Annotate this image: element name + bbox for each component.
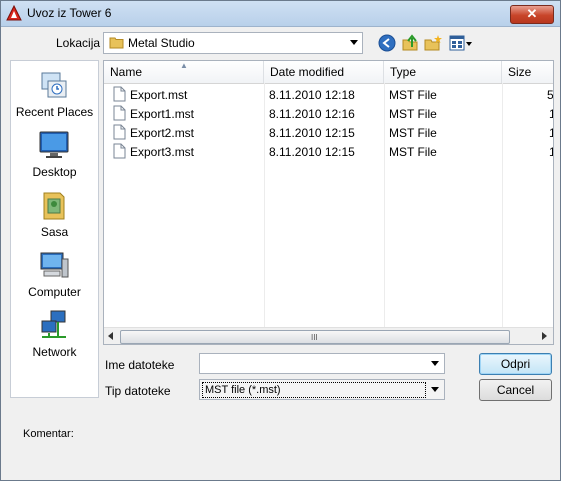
file-name: Export3.mst — [130, 145, 195, 159]
close-button[interactable]: ✕ — [510, 5, 554, 24]
column-label: Name — [110, 65, 143, 79]
file-icon — [113, 143, 126, 159]
file-row[interactable]: Export.mst 8.11.2010 12:18 MST File 5 — [104, 85, 553, 104]
place-label: Recent Places — [15, 105, 94, 119]
comment-label: Komentar: — [23, 428, 74, 440]
desktop-icon — [39, 131, 69, 158]
column-header-date[interactable]: Date modified — [264, 61, 384, 83]
folder-icon — [109, 37, 124, 49]
file-date: 8.11.2010 12:18 — [269, 88, 355, 102]
filetype-dropdown[interactable]: MST file (*.mst) — [199, 379, 445, 400]
place-network[interactable]: Network — [11, 309, 98, 365]
place-label: Computer — [28, 285, 81, 299]
column-headers: Name ▲ Date modified Type Size — [104, 61, 553, 84]
filetype-label: Tip datoteke — [105, 384, 171, 398]
file-type: MST File — [389, 88, 437, 102]
sort-ascending-icon: ▲ — [180, 61, 188, 70]
filetype-value: MST file (*.mst) — [202, 382, 426, 398]
cancel-button[interactable]: Cancel — [479, 379, 552, 401]
computer-icon — [40, 252, 69, 278]
views-menu-icon[interactable] — [449, 34, 473, 52]
file-date: 8.11.2010 12:15 — [269, 126, 355, 140]
file-icon — [113, 105, 126, 121]
scroll-left-icon[interactable] — [108, 332, 113, 340]
chevron-down-icon[interactable] — [431, 387, 439, 392]
place-label: Sasa — [40, 225, 69, 239]
file-name: Export1.mst — [130, 107, 195, 121]
location-label: Lokacija — [56, 36, 101, 50]
file-size: 1 — [549, 145, 553, 159]
file-type: MST File — [389, 145, 437, 159]
up-folder-icon[interactable] — [401, 34, 419, 52]
place-label: Network — [32, 345, 77, 359]
open-file-dialog: Uvoz iz Tower 6 ✕ Lokacija Metal Studio — [0, 0, 561, 481]
place-desktop[interactable]: Desktop — [11, 129, 98, 185]
column-label: Type — [390, 65, 417, 79]
back-icon[interactable] — [378, 34, 396, 52]
scrollbar-thumb[interactable]: III — [120, 330, 510, 344]
file-type: MST File — [389, 107, 437, 121]
file-size: 5 — [547, 88, 554, 102]
open-button[interactable]: Odpri — [479, 353, 552, 375]
chevron-down-icon[interactable] — [350, 40, 358, 45]
file-list[interactable]: Name ▲ Date modified Type Size Export.ms… — [103, 60, 554, 345]
app-icon — [6, 5, 22, 21]
column-header-size[interactable]: Size — [502, 61, 553, 83]
column-header-name[interactable]: Name ▲ — [104, 61, 264, 83]
place-sasa[interactable]: Sasa — [11, 189, 98, 245]
file-icon — [113, 124, 126, 140]
place-label: Desktop — [32, 165, 77, 179]
file-date: 8.11.2010 12:15 — [269, 145, 355, 159]
user-folder-icon — [43, 192, 65, 220]
file-size: 1 — [549, 126, 553, 140]
location-dropdown[interactable]: Metal Studio — [103, 32, 363, 54]
title-bar: Uvoz iz Tower 6 ✕ — [1, 1, 560, 27]
file-name: Export.mst — [130, 88, 188, 102]
new-folder-icon[interactable] — [424, 34, 442, 52]
horizontal-scrollbar[interactable]: III — [104, 327, 553, 344]
file-type: MST File — [389, 126, 437, 140]
place-recent-places[interactable]: Recent Places — [11, 69, 98, 125]
filename-label: Ime datoteke — [105, 358, 175, 372]
file-row[interactable]: Export1.mst 8.11.2010 12:16 MST File 1 — [104, 104, 553, 123]
network-icon — [41, 310, 66, 338]
filename-input[interactable] — [199, 353, 445, 374]
recent-places-icon — [41, 72, 67, 98]
file-size: 1 — [549, 107, 553, 121]
grip-icon: III — [311, 333, 318, 342]
file-icon — [113, 86, 126, 102]
file-date: 8.11.2010 12:16 — [269, 107, 355, 121]
scroll-right-icon[interactable] — [542, 332, 547, 340]
file-name: Export2.mst — [130, 126, 195, 140]
column-label: Date modified — [270, 65, 345, 79]
window-title: Uvoz iz Tower 6 — [27, 6, 112, 20]
places-bar: Recent Places Desktop Sasa Computer Netw… — [10, 60, 99, 398]
place-computer[interactable]: Computer — [11, 249, 98, 305]
column-label: Size — [508, 65, 532, 79]
column-header-type[interactable]: Type — [384, 61, 502, 83]
chevron-down-icon[interactable] — [431, 361, 439, 366]
location-value: Metal Studio — [128, 36, 195, 50]
file-row[interactable]: Export2.mst 8.11.2010 12:15 MST File 1 — [104, 123, 553, 142]
file-row[interactable]: Export3.mst 8.11.2010 12:15 MST File 1 — [104, 142, 553, 161]
